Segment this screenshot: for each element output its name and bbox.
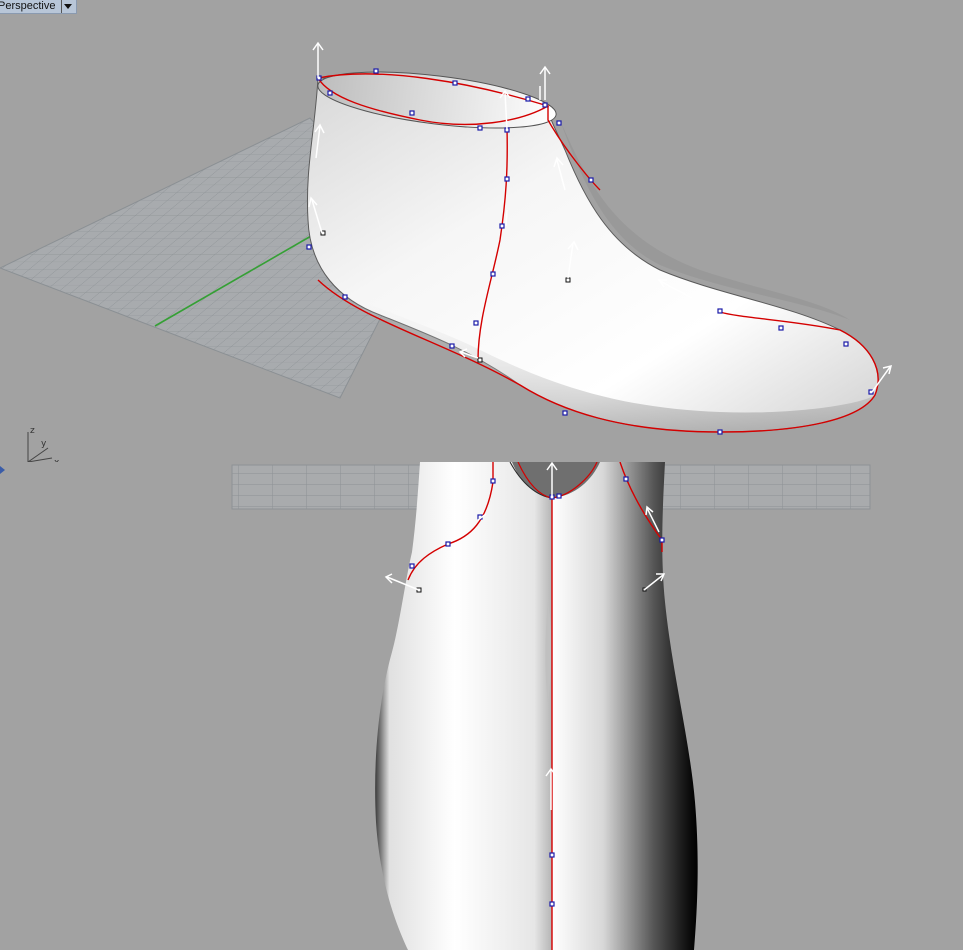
viewport-title[interactable]: Perspective bbox=[0, 0, 55, 13]
shoe-last-right-half[interactable] bbox=[552, 462, 698, 950]
axis-widget bbox=[27, 432, 53, 462]
viewport-title-bar[interactable]: Perspective bbox=[0, 0, 78, 14]
secondary-scene[interactable] bbox=[0, 462, 963, 950]
perspective-viewport[interactable]: z y x Perspective bbox=[0, 0, 963, 462]
shoe-last-body[interactable] bbox=[306, 77, 879, 433]
chevron-down-icon[interactable] bbox=[61, 0, 73, 13]
axis-y-label: y bbox=[41, 439, 47, 449]
secondary-viewport[interactable] bbox=[0, 462, 963, 950]
shoe-last-left-half[interactable] bbox=[375, 462, 552, 950]
axis-z-label: z bbox=[30, 426, 35, 436]
perspective-scene[interactable]: z y x bbox=[0, 0, 963, 462]
